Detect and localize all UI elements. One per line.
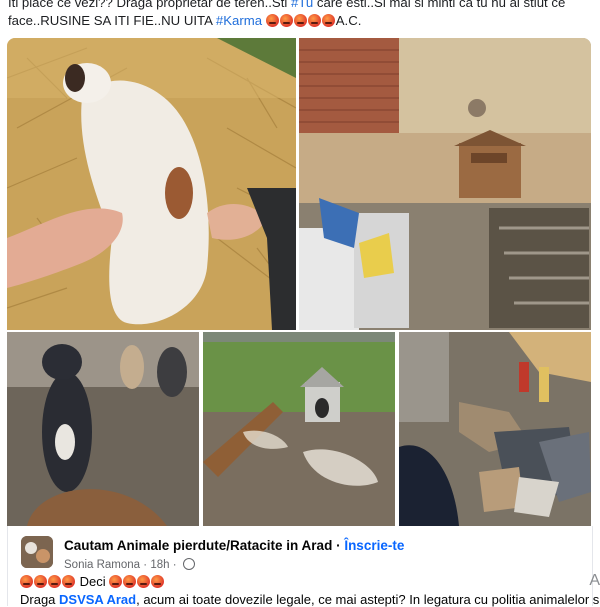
photo-gallery <box>7 38 591 526</box>
post-text-segment: Iti place ce vezi?? Draga proprietar de … <box>8 0 291 10</box>
shared-post-text-segment: Deci <box>79 574 106 589</box>
join-group-button[interactable]: Înscrie-te <box>344 538 404 553</box>
side-letter: A <box>589 572 600 589</box>
angry-emoji-icon <box>321 14 335 27</box>
dog-shelter-yard-photo[interactable] <box>299 38 591 330</box>
angry-emoji-row <box>265 13 336 28</box>
post-text-line-2: face..RUSINE SA ITI FIE..NU UITA #Karma … <box>8 12 594 30</box>
hashtag-karma-link[interactable]: #Karma <box>216 13 262 28</box>
angry-emoji-icon <box>137 575 151 588</box>
angry-emoji-icon <box>20 575 33 588</box>
angry-emoji-icon <box>123 575 137 588</box>
angry-emoji-icon <box>265 14 279 27</box>
shared-post-header: Cautam Animale pierdute/Ratacite in Arad… <box>7 526 600 607</box>
separator: · <box>140 559 151 571</box>
separator: · <box>332 538 345 553</box>
doghouse-field-photo[interactable] <box>203 332 395 526</box>
hashtag-tu-link[interactable]: #Tu <box>291 0 313 10</box>
group-avatar-image <box>21 536 53 568</box>
shared-post-text-line-1: Deci <box>20 574 165 589</box>
group-name-link[interactable]: Cautam Animale pierdute/Ratacite in Arad <box>64 538 332 553</box>
angry-emoji-icon <box>34 575 47 588</box>
dogs-in-mud-photo[interactable] <box>7 332 199 526</box>
post-text-segment: care esti..Si mai si minti ca tu nu ai s… <box>313 0 566 10</box>
post-meta: Sonia Ramona · 18h · <box>64 558 195 571</box>
separator: · <box>169 559 180 571</box>
angry-emoji-icon <box>48 575 61 588</box>
post-time-link[interactable]: 18h <box>150 559 169 571</box>
doghouse-field-image <box>203 332 395 526</box>
puppy-on-hay-photo[interactable] <box>7 38 296 330</box>
puppy-on-hay-image <box>7 38 296 330</box>
trash-pile-photo[interactable] <box>399 332 591 526</box>
angry-emoji-icon <box>307 14 321 27</box>
dogs-mud-image <box>7 332 199 526</box>
post-text-segment: face..RUSINE SA ITI FIE..NU UITA <box>8 13 216 28</box>
post-text: Iti place ce vezi?? Draga proprietar de … <box>8 0 594 30</box>
group-avatar[interactable] <box>21 536 53 568</box>
group-title: Cautam Animale pierdute/Ratacite in Arad… <box>64 538 404 553</box>
trash-pile-image <box>399 332 591 526</box>
angry-emoji-icon <box>62 575 75 588</box>
post-text-segment: A.C. <box>335 13 362 28</box>
angry-emoji-icon <box>293 14 307 27</box>
shelter-yard-image <box>299 38 591 330</box>
angry-emoji-icon <box>279 14 293 27</box>
angry-emoji-icon <box>109 575 123 588</box>
post-text-line-1: Iti place ce vezi?? Draga proprietar de … <box>8 0 594 12</box>
angry-emoji-icon <box>151 575 165 588</box>
globe-icon <box>182 558 195 570</box>
author-name-link[interactable]: Sonia Ramona <box>64 559 140 571</box>
